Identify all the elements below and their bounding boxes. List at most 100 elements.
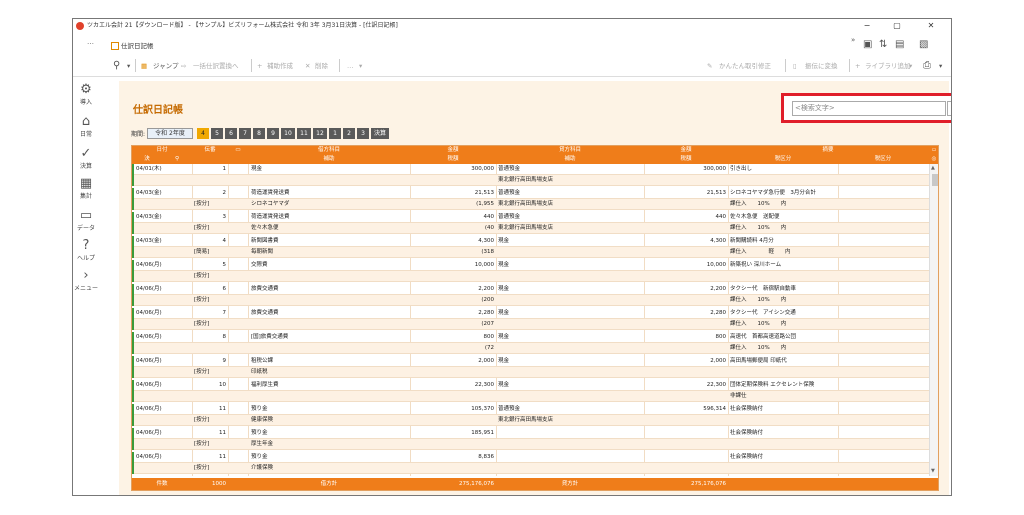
tab-journal[interactable]: 仕訳日記帳 [109, 37, 269, 55]
sidebar-item-data[interactable]: ▭ データ [73, 209, 99, 233]
entry-tag: [按分] [194, 297, 210, 303]
debit-account: [国]旅費交通費 [251, 334, 289, 340]
calendar-icon[interactable]: ▤ [895, 39, 904, 50]
chevrons-icon[interactable]: » [851, 36, 855, 44]
table-row[interactable]: 04/06(月) 8 [国]旅費交通費 800 現金 800 高速代 首都高速道路公団 [132, 332, 929, 343]
debit-total-label: 借方計 [320, 481, 338, 487]
sort-icon[interactable]: ⇅ [879, 39, 887, 50]
debit-sub-account: 健康保険 [251, 417, 274, 423]
title-bar[interactable]: ツカエル会計 21【ダウンロード版】 - 【サンプル】ビズリフォーム株式会社 令… [73, 19, 951, 33]
search-input[interactable]: <検索文字> [792, 101, 946, 116]
zoom-dropdown-icon[interactable]: ▾ [127, 59, 130, 73]
maximize-button[interactable]: ▢ [885, 19, 909, 33]
to-receipt-button[interactable]: 振伝に変換 [805, 59, 838, 73]
month-tab[interactable]: 8 [253, 128, 265, 139]
credit-total-label: 貸方計 [561, 481, 579, 487]
sidebar-item-setup[interactable]: ⚙ 導入 [73, 83, 99, 107]
scroll-up-icon[interactable]: ▲ [931, 165, 935, 171]
easy-fix-button[interactable]: かんたん取引修正 [719, 59, 771, 73]
table-subrow[interactable]: [按分] 健康保険 東北銀行高田馬場支店 [132, 415, 929, 426]
table-subrow[interactable]: [按分] (207 課仕入 10% 内 [132, 319, 929, 330]
fiscal-year-select[interactable]: 令和 2年度 [147, 128, 193, 139]
month-tab[interactable]: 3 [357, 128, 369, 139]
create-sub-button[interactable]: 補助作成 [267, 59, 293, 73]
table-subrow[interactable]: [按分] 佐々木急便 (40 東北銀行高田馬場支店 課仕入 10% 内 [132, 223, 929, 234]
expand-icon[interactable]: ▫ [928, 146, 938, 155]
month-tab[interactable]: 2 [343, 128, 355, 139]
more-dropdown-icon[interactable]: ▾ [359, 59, 362, 73]
table-row[interactable]: 04/06(月) 10 福利厚生費 22,300 現金 22,300 団体定期保険料 エクセ… [132, 380, 929, 391]
entry-tag: [按分] [194, 417, 210, 423]
month-tab[interactable]: 5 [211, 128, 223, 139]
vertical-scrollbar[interactable]: ▲ ▼ [929, 164, 938, 476]
month-tab[interactable]: 11 [297, 128, 311, 139]
scroll-down-icon[interactable]: ▼ [931, 468, 935, 474]
search-icon[interactable]: ⚲ [947, 101, 951, 116]
debit-tax: (207 [481, 321, 494, 327]
month-tab[interactable]: 4 [197, 128, 209, 139]
table-subrow[interactable]: [簡易] 毎朝新聞 (318 課仕入 軽 内 [132, 247, 929, 258]
table-subrow[interactable]: [按分] 介護保険 [132, 463, 929, 474]
month-tab[interactable]: 6 [225, 128, 237, 139]
table-subrow[interactable]: [按分] [132, 271, 929, 282]
sidebar-item-help[interactable]: ? ヘルプ [73, 239, 99, 263]
overflow-menu-icon[interactable]: … [87, 38, 94, 46]
close-button[interactable]: ✕ [919, 19, 943, 33]
month-tab[interactable]: 7 [239, 128, 251, 139]
sidebar-item-menu[interactable]: › メニュー [73, 269, 99, 293]
month-tab[interactable]: 12 [313, 128, 327, 139]
table-row[interactable]: 04/01(木) 1 現金 300,000 普通預金 300,000 引き出し [132, 164, 929, 175]
row-status-marker [132, 404, 134, 426]
table-row[interactable]: 04/06(月) 11 預り金 185,951 社会保険納付 [132, 428, 929, 439]
table-row[interactable]: 04/06(月) 7 旅費交通費 2,280 現金 2,280 タクシー代 アイシン交通 [132, 308, 929, 319]
delete-button[interactable]: 削除 [315, 59, 328, 73]
search-column-icon[interactable]: ⚲ [162, 155, 192, 164]
entry-memo: 引き出し [730, 166, 753, 172]
tax-category: 非課仕 [730, 393, 747, 399]
table-subrow[interactable]: [按分] (200 課仕入 10% 内 [132, 295, 929, 306]
table-row[interactable]: 04/06(月) 11 預り金 105,370 普通預金 596,314 社会保険納付 [132, 404, 929, 415]
settings-dropdown-icon[interactable]: ▧ [919, 39, 928, 50]
table-subrow[interactable]: [按分] 印紙税 [132, 367, 929, 378]
month-tab[interactable]: 1 [329, 128, 341, 139]
table-subrow[interactable]: 東北銀行高田馬場支店 [132, 175, 929, 186]
more-button[interactable]: … [347, 59, 354, 73]
table-row[interactable]: 04/03(金) 3 荷造運賃発送費 440 普通預金 440 佐々木急便 送配便 [132, 212, 929, 223]
table-row[interactable]: 04/06(月) 11 預り金 8,836 社会保険納付 [132, 452, 929, 463]
sidebar-item-summary[interactable]: ▦ 集計 [73, 177, 99, 201]
table-row[interactable]: 04/03(金) 2 荷造運賃発送費 21,513 普通預金 21,513 シロネコヤマダ急… [132, 188, 929, 199]
table-row[interactable]: 04/06(月) 9 租税公課 2,000 現金 2,000 高田馬場郵便局 印紙代 [132, 356, 929, 367]
entry-memo: 新築祝い 深川ホーム [730, 262, 782, 268]
scrollbar-thumb[interactable] [932, 174, 938, 186]
jump-button[interactable]: ジャンプ [153, 59, 178, 73]
table-subrow[interactable]: [按分] 厚生年金 [132, 439, 929, 450]
table-row[interactable]: 04/03(金) 4 新聞図書費 4,300 現金 4,300 新聞購読料 4月分 [132, 236, 929, 247]
table-subrow[interactable]: 非課仕 [132, 391, 929, 402]
layout-icon[interactable]: ▣ [863, 39, 872, 50]
sidebar-item-closing[interactable]: ✓ 決算 [73, 147, 99, 171]
library-add-button[interactable]: ライブラリ追加 [865, 59, 911, 73]
debit-account: 旅費交通費 [251, 286, 279, 292]
row-status-marker [132, 332, 134, 354]
entry-number: 8 [222, 334, 227, 340]
month-tab[interactable]: 10 [281, 128, 295, 139]
bulk-replace-button[interactable]: 一括仕訳置換へ [193, 59, 239, 73]
tag-icon[interactable]: ◎ [928, 155, 938, 164]
minimize-button[interactable]: − [855, 19, 879, 33]
print-icon[interactable]: ⎙ [923, 59, 931, 73]
closing-tab[interactable]: 決算 [371, 128, 389, 139]
sidebar-item-daily[interactable]: ⌂ 日常 [73, 115, 99, 139]
table-subrow[interactable]: [按分] シロネコヤマダ (1,955 東北銀行高田馬場支店 課仕入 10% 内 [132, 199, 929, 210]
zoom-icon[interactable]: ⚲ [113, 59, 120, 73]
tax-category: 課仕入 軽 内 [730, 249, 791, 255]
month-tab[interactable]: 9 [267, 128, 279, 139]
table-header-row: 日付 伝番 ▭ 借方科目 金額 貸方科目 金額 摘要 ▫ [132, 146, 938, 155]
print-dropdown-icon[interactable]: ▾ [939, 59, 942, 73]
library-dropdown-icon[interactable]: ▾ [909, 59, 912, 73]
memo-column-icon[interactable]: ▭ [228, 146, 248, 155]
table-subrow[interactable]: (72 課仕入 10% 内 [132, 343, 929, 354]
table-row[interactable]: 04/06(月) 6 旅費交通費 2,200 現金 2,200 タクシー代 新宿駅自動車 [132, 284, 929, 295]
table-row[interactable]: 04/06(月) 5 交際費 10,000 現金 10,000 新築祝い 深川ホーム [132, 260, 929, 271]
debit-amount: 22,300 [474, 382, 494, 388]
entry-number: 1 [222, 166, 227, 172]
